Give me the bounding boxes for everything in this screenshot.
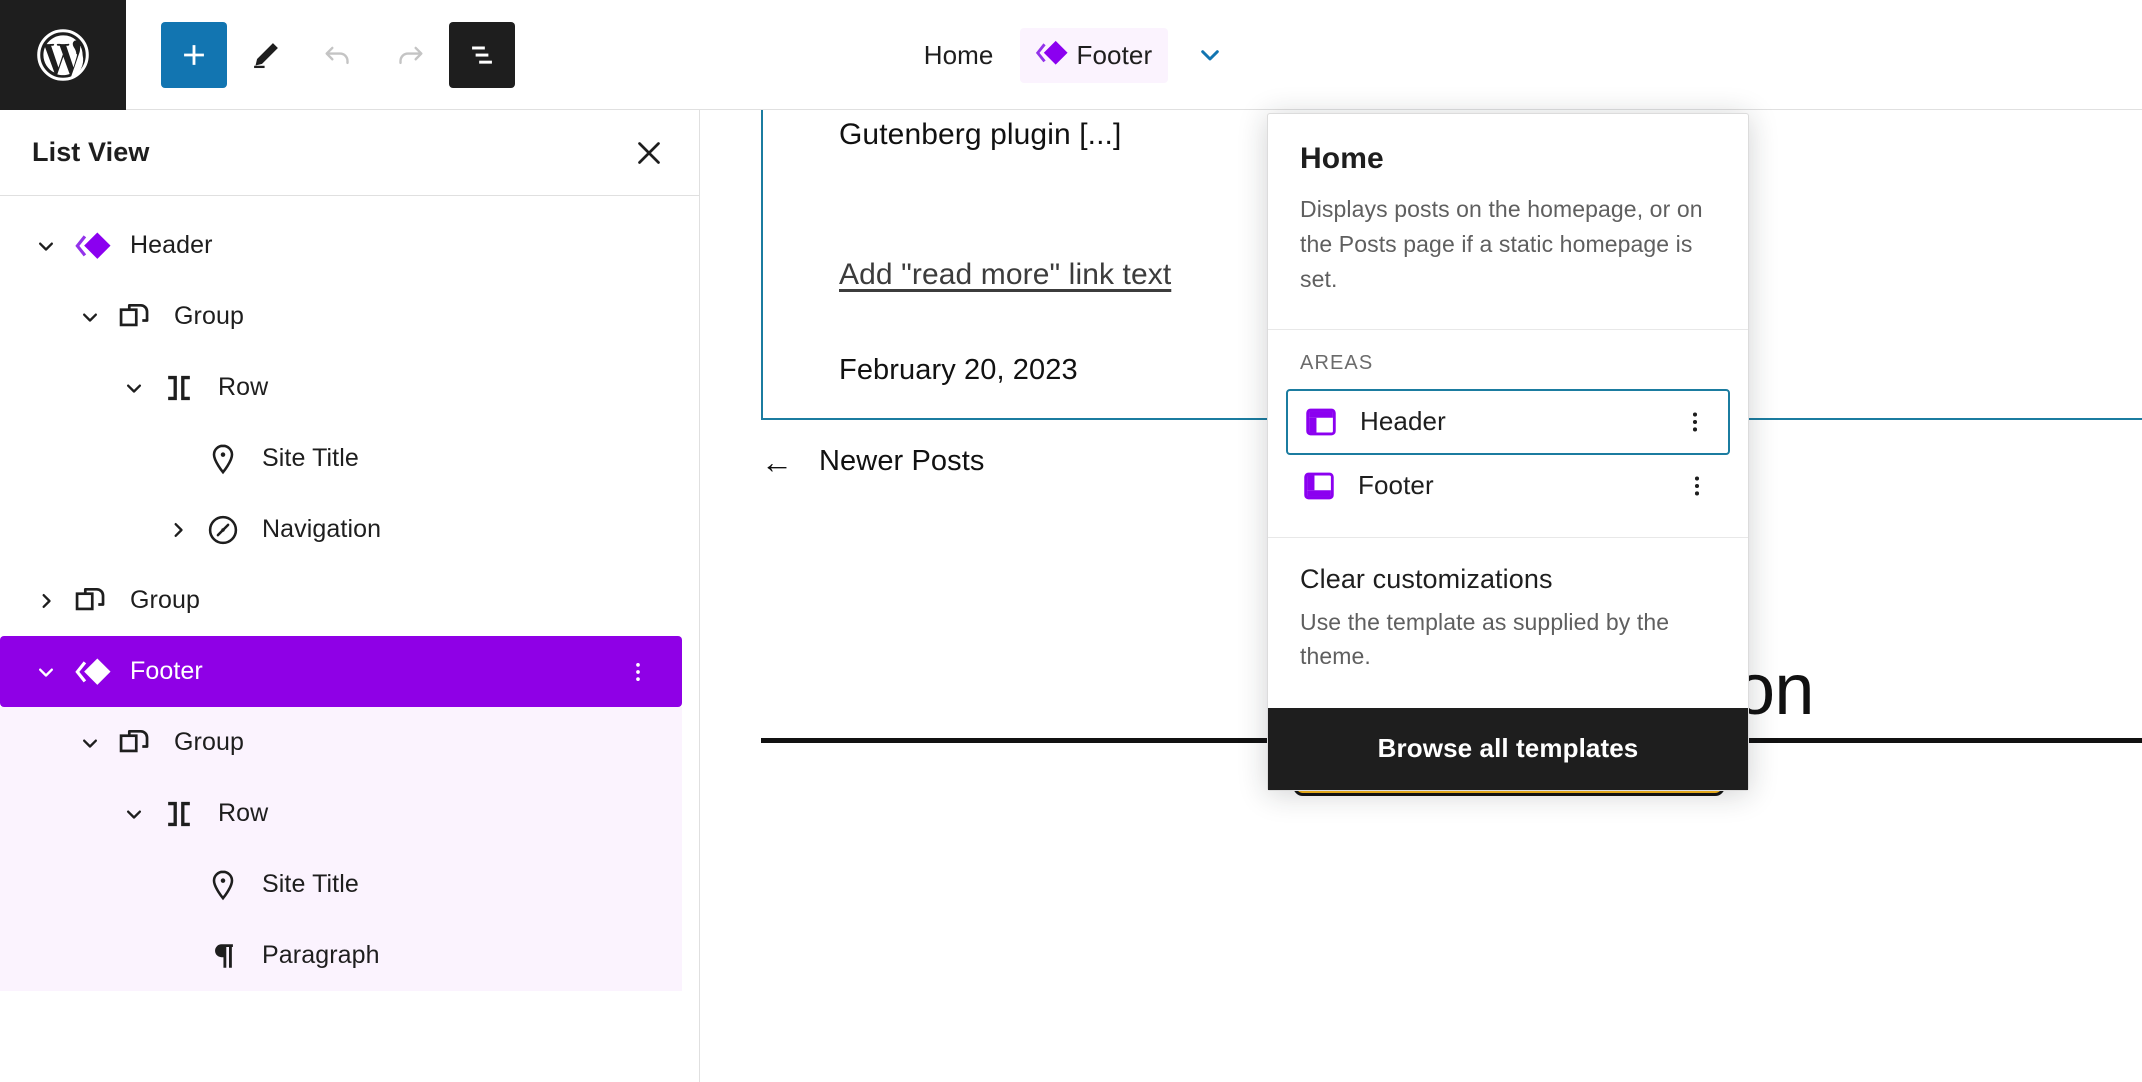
toggle-placeholder [156,863,200,907]
list-view-header: List View [0,110,699,196]
clear-customizations-description: Use the template as supplied by the them… [1300,608,1670,670]
close-icon[interactable] [623,127,675,179]
redo-arrow-icon [393,38,427,72]
pencil-icon [249,38,283,72]
list-view-item-label: Paragraph [262,941,380,969]
area-label-footer: Footer [1358,470,1434,501]
browse-all-templates-button[interactable]: Browse all templates [1268,707,1748,790]
template-details-dropdown: Home Displays posts on the homepage, or … [1267,113,1749,791]
breadcrumb-current-label: Footer [1076,39,1153,70]
area-item-footer[interactable]: Footer [1286,455,1730,517]
breadcrumb-current-template-part[interactable]: Footer [1019,27,1169,83]
list-view-item-label: Group [174,302,244,330]
group-icon [68,578,114,624]
list-view-panel: List View Header Group Row Site Title Naviga… [0,110,700,1082]
list-view-item-label: Group [174,728,244,756]
template-description: Displays posts on the homepage, or on th… [1300,196,1703,292]
chevron-down-icon[interactable] [112,792,156,836]
list-view-item-site-title[interactable]: Site Title [0,849,682,920]
clear-customizations-title: Clear customizations [1300,563,1553,594]
wordpress-site-editor: Gutenberg plugin [...] Add "read more" l… [0,0,2142,1082]
arrow-left-icon: ← [761,443,793,480]
list-view-toggle-button[interactable] [449,22,515,88]
list-view-item-row[interactable]: Row [0,778,682,849]
list-view-item-label: Navigation [262,515,382,543]
paragraph-icon [200,933,246,979]
navigation-icon [200,507,246,553]
header-area-icon [1302,403,1340,441]
group-icon [112,720,158,766]
chevron-down-icon[interactable] [24,650,68,694]
selection-border-bottom-right [1741,418,2142,420]
row-icon [156,365,202,411]
post-date: February 20, 2023 [839,354,1078,386]
breadcrumb-home[interactable]: Home [912,32,1006,79]
chevron-down-icon[interactable] [68,721,112,765]
area-label-header: Header [1360,406,1446,437]
site-title-icon [200,862,246,908]
list-view-item-header[interactable]: Header [0,210,682,281]
chevron-right-icon[interactable] [156,508,200,552]
pagination-newer-label: Newer Posts [819,445,985,477]
pagination-newer-posts[interactable]: ← Newer Posts [761,445,985,478]
template-areas-section: AREAS Header Footer [1268,330,1748,538]
list-view-item-label: Group [130,586,200,614]
more-vertical-icon[interactable] [616,650,660,694]
wordpress-logo-button[interactable] [0,0,126,110]
list-view-item-group[interactable]: Group [0,707,682,778]
chevron-down-icon[interactable] [1190,35,1230,75]
row-icon [156,791,202,837]
list-view-item-group[interactable]: Group [0,281,682,352]
toggle-placeholder [156,934,200,978]
list-view-tree: Header Group Row Site Title Navigation Group F… [0,196,699,991]
undo-button[interactable] [305,22,371,88]
more-vertical-icon[interactable] [1678,467,1716,505]
editor-top-bar: Home Footer [0,0,2142,110]
list-view-item-label: Footer [130,657,203,685]
more-vertical-icon[interactable] [1676,403,1714,441]
list-view-item-label: Site Title [262,870,359,898]
group-icon [112,294,158,340]
list-view-icon [465,38,499,72]
list-view-item-label: Site Title [262,444,359,472]
undo-arrow-icon [321,38,355,72]
chevron-down-icon[interactable] [112,366,156,410]
template-part-icon [1032,35,1068,76]
list-view-item-paragraph[interactable]: Paragraph [0,920,682,991]
edit-tool-button[interactable] [233,22,299,88]
read-more-link[interactable]: Add "read more" link text [839,258,1171,292]
list-view-item-site-title[interactable]: Site Title [0,423,682,494]
areas-section-label: AREAS [1300,351,1374,374]
template-part-icon [68,649,114,695]
plus-icon [177,38,211,72]
list-view-item-footer[interactable]: Footer [0,636,682,707]
template-title: Home [1300,142,1384,175]
chevron-right-icon[interactable] [24,579,68,623]
template-summary: Home Displays posts on the homepage, or … [1268,114,1748,330]
editor-tool-group [126,0,515,110]
clear-customizations-item[interactable]: Clear customizations Use the template as… [1268,538,1748,708]
wordpress-logo-icon [35,27,91,83]
redo-button[interactable] [377,22,443,88]
post-excerpt: Gutenberg plugin [...] [839,118,1122,151]
list-view-item-label: Row [218,373,269,401]
list-view-title: List View [32,137,150,167]
list-view-item-label: Row [218,799,269,827]
site-title-icon [200,436,246,482]
list-view-item-group[interactable]: Group [0,565,682,636]
list-view-item-row[interactable]: Row [0,352,682,423]
chevron-down-icon[interactable] [68,295,112,339]
list-view-item-label: Header [130,231,213,259]
toggle-placeholder [156,437,200,481]
chevron-down-icon[interactable] [24,224,68,268]
template-part-icon [68,223,114,269]
footer-area-icon [1300,467,1338,505]
add-block-button[interactable] [161,22,227,88]
area-item-header[interactable]: Header [1286,388,1730,455]
list-view-item-navigation[interactable]: Navigation [0,494,682,565]
